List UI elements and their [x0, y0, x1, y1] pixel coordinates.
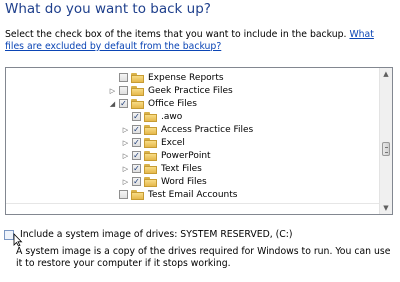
vertical-scrollbar[interactable]: ▲ ▼	[379, 68, 392, 214]
tree-item-checkbox[interactable]: ✓	[132, 151, 141, 160]
folder-icon	[131, 189, 144, 200]
tree-bottom-edge	[6, 203, 380, 214]
folder-icon	[144, 124, 157, 135]
tree-item-checkbox[interactable]: ✓	[132, 112, 141, 121]
expand-icon[interactable]: ▷	[121, 175, 130, 188]
expand-icon[interactable]: ▷	[121, 162, 130, 175]
folder-icon	[144, 111, 157, 122]
tree-item-label: Geek Practice Files	[148, 85, 233, 96]
expand-icon[interactable]: ▷	[108, 84, 117, 97]
tree-item[interactable]: ◢ ✓ Office Files	[108, 97, 197, 110]
folder-icon	[144, 163, 157, 174]
folder-icon	[131, 98, 144, 109]
instructions: Select the check box of the items that y…	[5, 29, 393, 53]
expand-icon[interactable]: ▷	[121, 136, 130, 149]
tree-item[interactable]: Expense Reports	[108, 71, 224, 84]
tree-item[interactable]: ▷ ✓ Access Practice Files	[121, 123, 253, 136]
system-image-option[interactable]: Include a system image of drives: SYSTEM…	[4, 229, 293, 240]
tree-item-checkbox[interactable]: ✓	[132, 177, 141, 186]
scroll-down-icon[interactable]: ▼	[380, 202, 392, 214]
tree-item[interactable]: ▷ Geek Practice Files	[108, 84, 233, 97]
tree-item[interactable]: ✓ .awo	[121, 110, 182, 123]
tree-item-checkbox[interactable]	[119, 86, 128, 95]
instructions-text: Select the check box of the items that y…	[5, 29, 350, 40]
tree-item-label: Access Practice Files	[161, 124, 254, 135]
folder-icon	[131, 72, 144, 83]
tree-item-checkbox[interactable]: ✓	[132, 125, 141, 134]
tree-item[interactable]: Test Email Accounts	[108, 188, 237, 201]
tree-item-label: Excel	[161, 137, 185, 148]
tree-item-checkbox[interactable]	[119, 190, 128, 199]
mouse-cursor-icon	[13, 233, 23, 247]
system-image-label: Include a system image of drives: SYSTEM…	[20, 229, 293, 240]
scroll-up-icon[interactable]: ▲	[380, 68, 392, 80]
folder-icon	[144, 150, 157, 161]
tree-item-label: Text Files	[161, 163, 202, 174]
tree-item-label: PowerPoint	[161, 150, 211, 161]
tree-item-label: Expense Reports	[148, 72, 224, 83]
folder-icon	[144, 176, 157, 187]
scroll-thumb[interactable]	[382, 142, 390, 156]
tree-item-checkbox[interactable]: ✓	[132, 164, 141, 173]
tree-item-checkbox[interactable]: ✓	[119, 99, 128, 108]
tree-item[interactable]: ▷ ✓ Text Files	[121, 162, 202, 175]
tree-item-label: Office Files	[148, 98, 197, 109]
tree-item-label: .awo	[161, 111, 183, 122]
backup-items-tree[interactable]: Expense Reports ▷ Geek Practice Files ◢ ✓ Off…	[5, 67, 393, 215]
folder-icon	[144, 137, 157, 148]
expand-icon[interactable]: ▷	[121, 149, 130, 162]
tree-item[interactable]: ▷ ✓ Excel	[121, 136, 185, 149]
expand-icon[interactable]: ▷	[121, 123, 130, 136]
tree-item-label: Test Email Accounts	[148, 189, 238, 200]
tree-item-checkbox[interactable]	[119, 73, 128, 82]
folder-icon	[131, 85, 144, 96]
page-title: What do you want to back up?	[5, 1, 211, 17]
tree-item[interactable]: ▷ ✓ Word Files	[121, 175, 207, 188]
tree-item-label: Word Files	[161, 176, 207, 187]
tree-item[interactable]: ▷ ✓ PowerPoint	[121, 149, 211, 162]
system-image-note: A system image is a copy of the drives r…	[16, 246, 391, 269]
tree-item-checkbox[interactable]: ✓	[132, 138, 141, 147]
collapse-icon[interactable]: ◢	[108, 97, 117, 110]
